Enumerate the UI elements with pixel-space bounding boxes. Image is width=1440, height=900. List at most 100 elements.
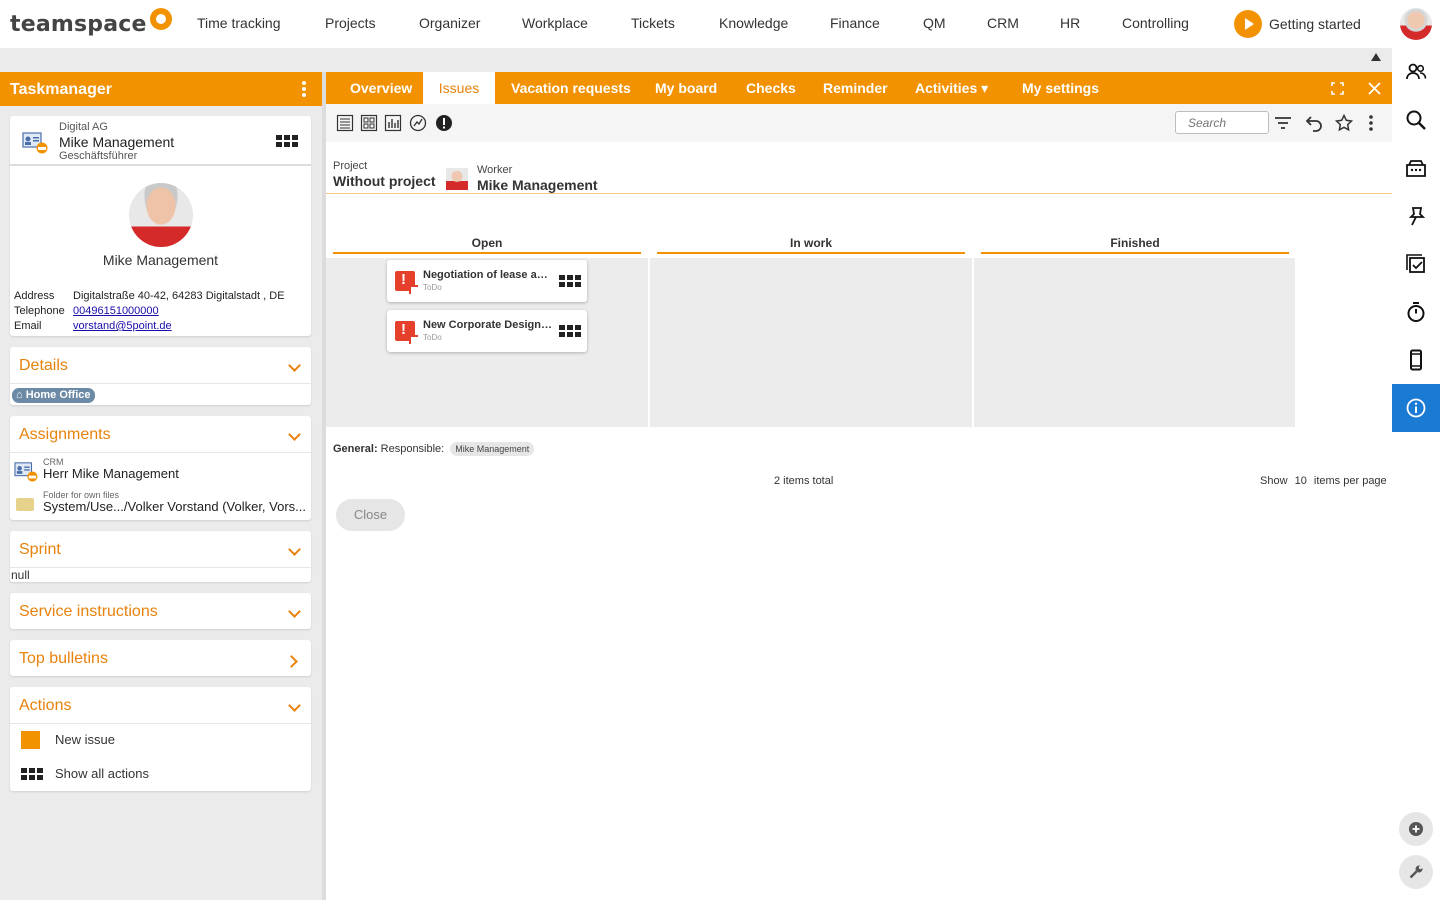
tab-overview[interactable]: Overview — [350, 72, 412, 104]
list-view-icon[interactable] — [336, 114, 354, 132]
tab-issues[interactable]: Issues — [423, 72, 495, 104]
chevron-down-icon[interactable] — [288, 543, 301, 556]
column-in-work[interactable] — [650, 258, 972, 427]
issues-panel: Overview Issues Vacation requests My boa… — [326, 72, 1392, 540]
contact-header: Digital AG Mike Management Geschäftsführ… — [10, 116, 311, 166]
telephone-link[interactable]: 00496151000000 — [73, 305, 159, 317]
collapse-up-icon[interactable] — [1371, 53, 1381, 61]
board-view-icon[interactable] — [360, 114, 378, 132]
stopwatch-icon[interactable] — [1392, 288, 1440, 336]
chevron-down-icon[interactable] — [288, 605, 301, 618]
nav-organizer[interactable]: Organizer — [419, 15, 480, 31]
more-options-icon[interactable] — [1362, 114, 1380, 132]
nav-controlling[interactable]: Controlling — [1122, 15, 1189, 31]
search-icon[interactable] — [1392, 96, 1440, 144]
issue-status: ToDo — [423, 283, 442, 292]
nav-projects[interactable]: Projects — [325, 15, 376, 31]
getting-started-button[interactable]: Getting started — [1234, 10, 1361, 38]
details-title[interactable]: Details — [19, 357, 68, 375]
contact-card: Digital AG Mike Management Geschäftsführ… — [10, 116, 311, 336]
nav-finance[interactable]: Finance — [830, 15, 880, 31]
tab-checks[interactable]: Checks — [746, 72, 796, 104]
per-page-value[interactable]: 10 — [1295, 475, 1307, 487]
nav-time-tracking[interactable]: Time tracking — [197, 15, 281, 31]
tab-vacation-requests[interactable]: Vacation requests — [511, 72, 631, 104]
contact-company: Digital AG — [59, 121, 108, 133]
alert-icon[interactable] — [435, 114, 453, 132]
nav-qm[interactable]: QM — [923, 15, 946, 31]
inbox-icon[interactable] — [1392, 144, 1440, 192]
general-label: General: — [333, 443, 378, 455]
chevron-down-icon[interactable] — [288, 699, 301, 712]
tab-my-settings[interactable]: My settings — [1022, 72, 1099, 104]
issue-card[interactable]: Negotiation of lease agr... ToDo — [387, 260, 587, 302]
tab-reminder[interactable]: Reminder — [823, 72, 888, 104]
assignments-title[interactable]: Assignments — [19, 426, 111, 444]
chart-view-icon[interactable] — [384, 114, 402, 132]
nav-crm[interactable]: CRM — [987, 15, 1019, 31]
close-button[interactable]: Close — [336, 499, 405, 531]
nav-workplace[interactable]: Workplace — [522, 15, 588, 31]
filter-icon[interactable] — [1274, 114, 1292, 132]
chevron-down-icon[interactable] — [288, 428, 301, 441]
star-icon[interactable] — [1335, 114, 1353, 132]
show-all-actions[interactable]: Show all actions — [10, 762, 311, 788]
project-filter[interactable]: Project Without project — [333, 160, 436, 194]
per-page-suffix: items per page — [1313, 475, 1387, 487]
worker-value: Mike Management — [477, 177, 598, 193]
new-issue-label: New issue — [55, 732, 115, 747]
sprint-title[interactable]: Sprint — [19, 541, 61, 559]
tab-my-board[interactable]: My board — [655, 72, 717, 104]
top-bulletins-title[interactable]: Top bulletins — [19, 650, 108, 668]
pin-icon[interactable] — [1392, 192, 1440, 240]
undo-icon[interactable] — [1305, 114, 1323, 132]
mobile-phone-icon[interactable] — [1392, 336, 1440, 384]
nav-tickets[interactable]: Tickets — [631, 15, 675, 31]
sprint-section: Sprint null — [10, 531, 311, 582]
close-icon[interactable] — [1368, 82, 1381, 95]
people-icon[interactable] — [1392, 48, 1440, 96]
contact-actions-icon[interactable] — [276, 135, 298, 147]
folder-value[interactable]: System/Use.../Volker Vorstand (Volker, V… — [43, 499, 307, 514]
column-finished[interactable] — [974, 258, 1295, 427]
crm-value[interactable]: Herr Mike Management — [43, 466, 179, 481]
nav-hr[interactable]: HR — [1060, 15, 1080, 31]
responsible-chip[interactable]: Mike Management — [450, 442, 535, 456]
chevron-right-icon[interactable] — [285, 655, 298, 668]
teamspace-logo[interactable]: teamspace — [10, 8, 172, 40]
actions-title[interactable]: Actions — [19, 697, 71, 715]
service-instructions-section[interactable]: Service instructions — [10, 593, 311, 629]
actions-section: Actions New issue Show all actions — [10, 687, 311, 791]
issue-card[interactable]: New Corporate Design C... ToDo — [387, 310, 587, 352]
email-link[interactable]: vorstand@5point.de — [73, 320, 172, 332]
worker-label: Worker — [477, 164, 513, 176]
task-checklist-icon[interactable] — [1392, 240, 1440, 288]
user-avatar[interactable] — [1400, 8, 1432, 40]
chevron-down-icon[interactable] — [288, 359, 301, 372]
timeline-view-icon[interactable] — [409, 114, 427, 132]
panel-menu-icon[interactable] — [302, 81, 306, 97]
grid-icon — [21, 768, 43, 780]
worker-filter[interactable]: Worker Mike Management — [444, 164, 601, 194]
service-instructions-title[interactable]: Service instructions — [19, 603, 158, 621]
search-input[interactable] — [1175, 111, 1269, 134]
project-label: Project — [333, 160, 368, 172]
assignments-section: Assignments CRM Herr Mike Management Fol… — [10, 416, 311, 520]
column-open[interactable]: Negotiation of lease agr... ToDo New Cor… — [326, 258, 648, 427]
top-bulletins-section[interactable]: Top bulletins — [10, 640, 311, 676]
wrench-icon[interactable] — [1399, 855, 1433, 889]
tab-activities[interactable]: Activities ▾ — [915, 72, 988, 104]
maximize-icon[interactable] — [1331, 82, 1344, 95]
info-icon[interactable] — [1392, 384, 1440, 432]
issue-actions-icon[interactable] — [559, 275, 581, 287]
issue-title: Negotiation of lease agr... — [423, 269, 553, 281]
add-circle-icon[interactable] — [1399, 812, 1433, 846]
telephone-label: Telephone — [14, 305, 65, 317]
column-open-header: Open — [333, 236, 641, 254]
issue-actions-icon[interactable] — [559, 325, 581, 337]
new-issue-action[interactable]: New issue — [10, 728, 311, 754]
contact-display-name: Mike Management — [102, 252, 219, 268]
nav-knowledge[interactable]: Knowledge — [719, 15, 788, 31]
tab-bar: Overview Issues Vacation requests My boa… — [326, 72, 1392, 104]
contact-name: Mike Management — [59, 134, 175, 150]
